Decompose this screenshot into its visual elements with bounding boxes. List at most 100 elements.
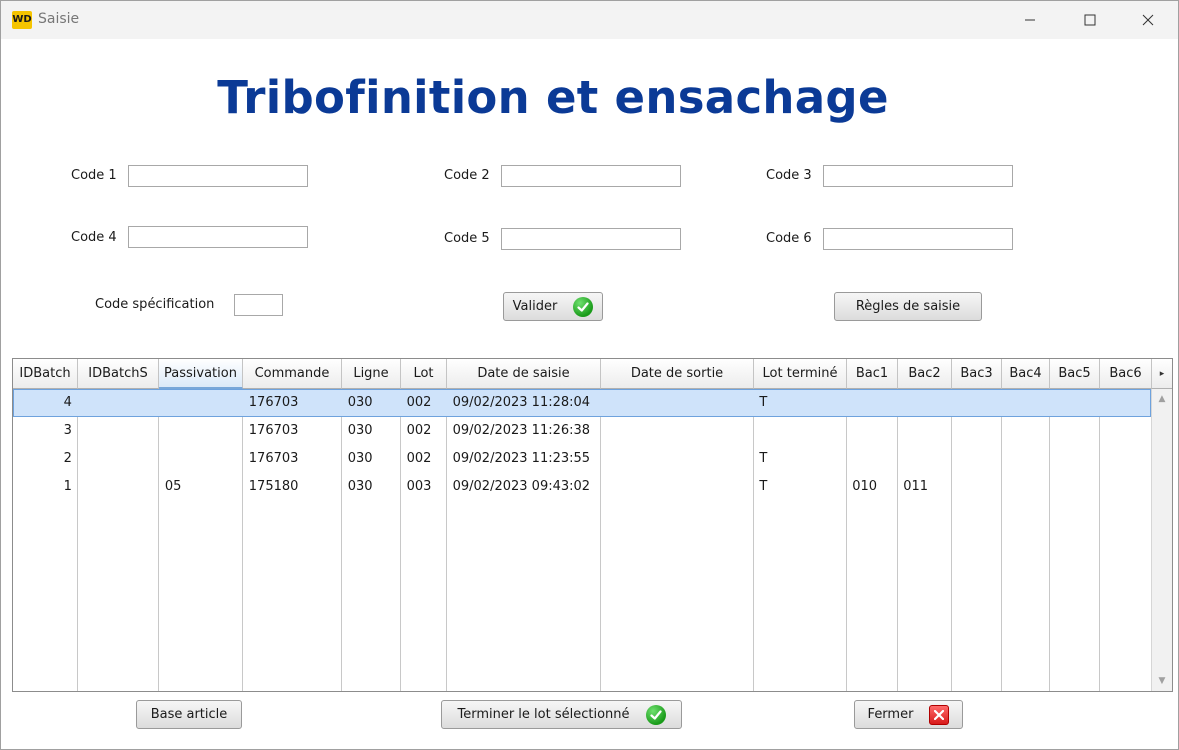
table-cell: 09/02/2023 09:43:02 bbox=[452, 479, 591, 494]
column-header[interactable]: Bac4 bbox=[1002, 359, 1050, 389]
table-cell: 002 bbox=[406, 423, 432, 438]
column-header[interactable]: Bac2 bbox=[898, 359, 952, 389]
code3-input[interactable] bbox=[823, 165, 1013, 187]
code3-label: Code 3 bbox=[766, 168, 812, 183]
window-title: Saisie bbox=[38, 11, 80, 27]
column-header[interactable]: IDBatchS bbox=[78, 359, 159, 389]
code1-input[interactable] bbox=[128, 165, 308, 187]
table-cell: T bbox=[759, 451, 768, 466]
fermer-button[interactable]: Fermer bbox=[854, 700, 963, 729]
table-cell bbox=[78, 445, 159, 473]
code2-input[interactable] bbox=[501, 165, 681, 187]
column-header[interactable]: Bac6 bbox=[1100, 359, 1152, 389]
table-cell: 09/02/2023 11:26:38 bbox=[452, 423, 591, 438]
table-cell bbox=[951, 445, 1001, 473]
table-row[interactable]: 1 05 175180 030 003 09/02/2023 09:43:02 T 010 01… bbox=[13, 473, 1151, 501]
table-cell bbox=[1099, 473, 1151, 501]
table-cell bbox=[897, 417, 951, 445]
table-cell: 2 bbox=[63, 451, 72, 466]
column-header[interactable]: Commande bbox=[243, 359, 342, 389]
code5-input[interactable] bbox=[501, 228, 681, 250]
table-cell bbox=[1099, 389, 1151, 417]
column-header[interactable]: Lot bbox=[401, 359, 447, 389]
table-cell bbox=[846, 389, 897, 417]
close-window-button[interactable] bbox=[1125, 1, 1171, 39]
table-cell bbox=[951, 473, 1001, 501]
table-cell: 175180 bbox=[248, 479, 299, 494]
terminer-lot-button[interactable]: Terminer le lot sélectionné bbox=[441, 700, 682, 729]
table-cell bbox=[1049, 417, 1099, 445]
terminer-lot-label: Terminer le lot sélectionné bbox=[457, 707, 630, 722]
table-cell: 030 bbox=[347, 451, 373, 466]
column-picker-icon[interactable]: ▸ bbox=[1151, 359, 1172, 389]
scroll-down-icon[interactable]: ▼ bbox=[1152, 673, 1172, 689]
code5-label: Code 5 bbox=[444, 231, 490, 246]
column-header[interactable]: Bac1 bbox=[847, 359, 898, 389]
table-cell: 030 bbox=[347, 395, 373, 410]
table-cell bbox=[1001, 389, 1049, 417]
table-cell bbox=[600, 417, 753, 445]
page-title: Tribofinition et ensachage bbox=[217, 71, 889, 124]
table-cell bbox=[1049, 445, 1099, 473]
close-icon bbox=[1142, 14, 1154, 26]
table-row[interactable]: 3 176703 030 002 09/02/2023 11:26:38 bbox=[13, 417, 1151, 445]
table-cell bbox=[159, 445, 243, 473]
column-header-sorted[interactable]: Passivation bbox=[159, 359, 243, 389]
table-body: 4 176703 030 002 09/02/2023 11:28:04 T 3 176703… bbox=[13, 389, 1151, 501]
table-cell bbox=[1049, 473, 1099, 501]
table-cell bbox=[78, 417, 159, 445]
valider-label: Valider bbox=[512, 299, 558, 314]
column-header[interactable]: IDBatch bbox=[13, 359, 78, 389]
valider-button[interactable]: Valider bbox=[503, 292, 603, 321]
table-header: IDBatch IDBatchS Passivation Commande Li… bbox=[13, 359, 1152, 389]
table-cell bbox=[951, 417, 1001, 445]
column-header[interactable]: Date de sortie bbox=[601, 359, 754, 389]
checkmark-icon bbox=[645, 704, 666, 725]
maximize-button[interactable] bbox=[1067, 1, 1113, 39]
table-cell: 4 bbox=[63, 395, 72, 410]
column-header[interactable]: Bac3 bbox=[952, 359, 1002, 389]
column-header[interactable]: Bac5 bbox=[1050, 359, 1100, 389]
column-header[interactable]: Date de saisie bbox=[447, 359, 601, 389]
table-cell bbox=[1001, 417, 1049, 445]
code-specification-input[interactable] bbox=[234, 294, 283, 316]
code-specification-label: Code spécification bbox=[95, 297, 215, 312]
regles-de-saisie-label: Règles de saisie bbox=[855, 299, 961, 314]
table-cell: 176703 bbox=[248, 395, 299, 410]
regles-de-saisie-button[interactable]: Règles de saisie bbox=[834, 292, 982, 321]
column-header[interactable]: Lot terminé bbox=[754, 359, 847, 389]
table-cell bbox=[1099, 445, 1151, 473]
code2-label: Code 2 bbox=[444, 168, 490, 183]
table-cell: 030 bbox=[347, 479, 373, 494]
code1-label: Code 1 bbox=[71, 168, 117, 183]
base-article-button[interactable]: Base article bbox=[136, 700, 242, 729]
title-bar[interactable]: WD Saisie bbox=[1, 1, 1178, 39]
checkmark-icon bbox=[573, 296, 594, 317]
table-cell: T bbox=[759, 479, 768, 494]
fermer-label: Fermer bbox=[867, 707, 914, 722]
table-row[interactable]: 4 176703 030 002 09/02/2023 11:28:04 T bbox=[13, 389, 1151, 417]
scroll-up-icon[interactable]: ▲ bbox=[1152, 391, 1172, 407]
code6-input[interactable] bbox=[823, 228, 1013, 250]
table-cell bbox=[1049, 389, 1099, 417]
batch-table[interactable]: IDBatch IDBatchS Passivation Commande Li… bbox=[12, 358, 1173, 692]
table-cell: 002 bbox=[406, 395, 432, 410]
column-header[interactable]: Ligne bbox=[342, 359, 401, 389]
table-cell bbox=[78, 389, 159, 417]
table-cell bbox=[846, 417, 897, 445]
table-row[interactable]: 2 176703 030 002 09/02/2023 11:23:55 T bbox=[13, 445, 1151, 473]
table-cell: 3 bbox=[63, 423, 72, 438]
table-cell: 1 bbox=[63, 479, 72, 494]
table-cell: 010 bbox=[852, 479, 878, 494]
maximize-icon bbox=[1084, 14, 1096, 26]
minimize-icon bbox=[1025, 19, 1035, 21]
windev-logo-icon: WD bbox=[12, 11, 32, 29]
table-cell: 030 bbox=[347, 423, 373, 438]
table-cell bbox=[897, 389, 951, 417]
table-cell bbox=[753, 417, 846, 445]
table-cell bbox=[897, 445, 951, 473]
table-cell: 011 bbox=[903, 479, 929, 494]
code4-input[interactable] bbox=[128, 226, 308, 248]
vertical-scrollbar[interactable]: ▲ ▼ bbox=[1151, 359, 1172, 691]
minimize-button[interactable] bbox=[1007, 1, 1053, 39]
